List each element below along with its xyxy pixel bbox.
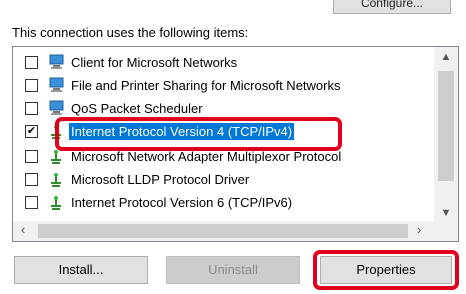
list-item[interactable]: Internet Protocol Version 6 (TCP/IPv6) <box>13 191 433 213</box>
protocol-icon <box>48 123 65 139</box>
list-item[interactable]: Microsoft LLDP Protocol Driver <box>13 168 433 190</box>
list-item[interactable]: File and Printer Sharing for Microsoft N… <box>13 74 433 96</box>
checkbox[interactable] <box>25 55 38 69</box>
items-heading: This connection uses the following items… <box>12 25 249 40</box>
checkbox[interactable] <box>25 78 38 92</box>
protocol-icon <box>48 171 65 187</box>
scroll-up-icon[interactable]: ▲ <box>434 51 458 63</box>
scroll-corner <box>434 221 458 241</box>
network-client-icon <box>48 54 65 70</box>
checkbox[interactable] <box>25 172 38 186</box>
list-item[interactable]: ✔ Internet Protocol Version 4 (TCP/IPv4) <box>13 120 433 142</box>
scroll-left-icon[interactable]: ‹ <box>21 222 25 237</box>
scroll-right-icon[interactable]: › <box>417 222 421 237</box>
checkbox[interactable] <box>25 101 38 115</box>
scroll-down-icon[interactable]: ▼ <box>434 207 458 219</box>
vertical-scroll-thumb[interactable] <box>438 71 454 181</box>
properties-button[interactable]: Properties <box>320 256 452 284</box>
components-list[interactable]: Client for Microsoft Networks File and P… <box>12 46 459 242</box>
network-service-icon <box>48 100 65 116</box>
checkbox[interactable] <box>25 149 38 163</box>
horizontal-scrollbar[interactable]: ‹ › <box>13 221 434 241</box>
checkbox[interactable]: ✔ <box>25 124 38 138</box>
network-service-icon <box>48 77 65 93</box>
list-item[interactable]: QoS Packet Scheduler <box>13 97 433 119</box>
protocol-icon <box>48 194 65 210</box>
checkbox[interactable] <box>25 195 38 209</box>
install-button[interactable]: Install... <box>14 256 148 284</box>
list-item[interactable]: Client for Microsoft Networks <box>13 51 433 73</box>
selected-item-label: Internet Protocol Version 4 (TCP/IPv4) <box>69 122 295 140</box>
horizontal-scroll-thumb[interactable] <box>38 224 408 238</box>
vertical-scrollbar[interactable]: ▲ ▼ <box>434 47 458 221</box>
protocol-icon <box>48 148 65 164</box>
uninstall-button[interactable]: Uninstall <box>166 256 300 284</box>
list-item[interactable]: Microsoft Network Adapter Multiplexor Pr… <box>13 145 433 167</box>
configure-button[interactable]: Configure... <box>333 0 451 14</box>
